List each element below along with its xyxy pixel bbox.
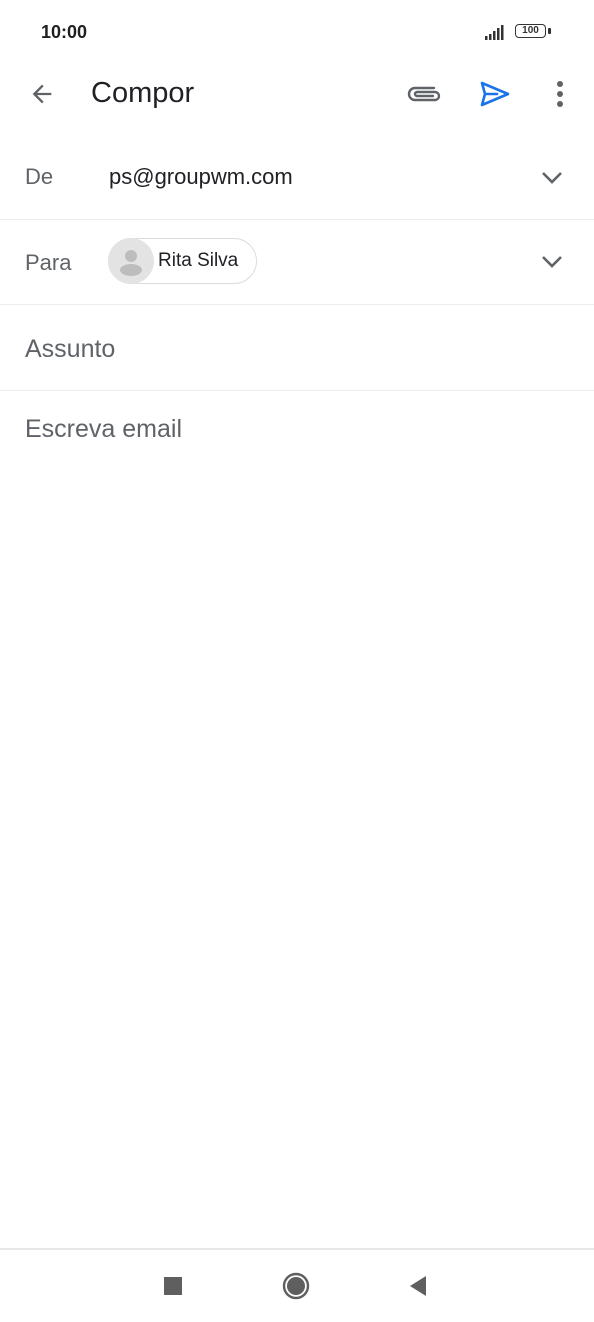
chevron-down-icon <box>542 256 562 268</box>
triangle-back-icon <box>410 1276 426 1296</box>
to-label: Para <box>25 250 72 275</box>
battery-tip <box>548 28 551 34</box>
signal-icon <box>485 25 504 40</box>
back-button[interactable] <box>18 74 66 114</box>
recipient-chip[interactable]: Rita Silva <box>108 238 258 284</box>
square-icon <box>164 1277 182 1295</box>
from-row[interactable]: De ps@groupwm.com <box>0 136 594 220</box>
arrow-back-icon <box>32 84 52 104</box>
attach-button[interactable] <box>400 72 448 116</box>
subject-row: Assunto <box>0 305 594 391</box>
recipient-name: Rita Silva <box>158 250 239 271</box>
home-button[interactable] <box>274 1266 318 1306</box>
send-button[interactable] <box>470 72 520 116</box>
battery-icon: 100 <box>515 24 546 38</box>
subject-input[interactable]: Assunto <box>25 335 115 364</box>
recents-button[interactable] <box>151 1266 195 1306</box>
status-bar: 10:00 100 <box>0 0 594 64</box>
status-time: 10:00 <box>41 22 88 42</box>
from-label: De <box>25 164 54 189</box>
more-options-button[interactable] <box>540 72 580 116</box>
send-icon <box>480 81 510 107</box>
body-input[interactable]: Escreva email <box>25 415 182 444</box>
person-icon <box>120 250 142 276</box>
chevron-down-icon <box>542 172 562 184</box>
circle-icon <box>282 1272 310 1300</box>
to-row[interactable]: Para Rita Silva <box>0 220 594 305</box>
nav-back-button[interactable] <box>396 1266 440 1306</box>
navigation-bar <box>0 1248 594 1322</box>
from-expand-button[interactable] <box>530 156 574 200</box>
page-title: Compor <box>91 77 195 109</box>
more-vertical-icon <box>557 81 563 107</box>
avatar <box>108 238 154 284</box>
paperclip-icon <box>407 86 441 102</box>
battery-level: 100 <box>522 25 539 36</box>
from-value: ps@groupwm.com <box>109 164 293 189</box>
toolbar: Compor <box>0 64 594 124</box>
to-expand-button[interactable] <box>530 240 574 284</box>
